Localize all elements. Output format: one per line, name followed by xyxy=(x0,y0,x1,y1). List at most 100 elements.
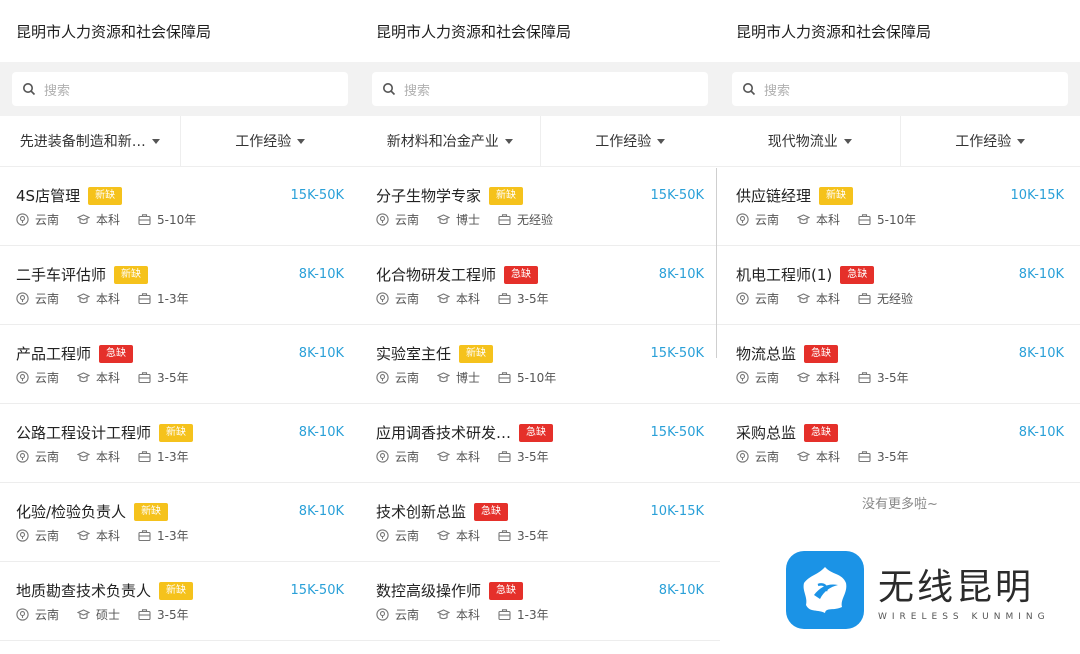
job-list-item[interactable]: 化验/检验负责人 新缺 8K-10K 云南 本科 1-3年 xyxy=(0,483,360,562)
job-header: 采购总监 急缺 8K-10K xyxy=(736,422,1064,443)
filter-experience-dropdown[interactable]: 工作经验 xyxy=(179,116,361,166)
search-input[interactable]: 搜索 xyxy=(732,72,1068,106)
graduation-cap-icon xyxy=(77,371,96,384)
job-list-item[interactable]: 4S店管理 新缺 15K-50K 云南 本科 5-10年 xyxy=(0,167,360,246)
job-experience-group: 5-10年 xyxy=(858,211,916,228)
filter-industry-dropdown[interactable]: 现代物流业 xyxy=(720,116,900,166)
job-list-item[interactable]: 地质勘查技术负责人 新缺 15K-50K 云南 硕士 3-5年 xyxy=(0,562,360,641)
briefcase-icon xyxy=(498,371,517,384)
job-meta: 云南 本科 无经验 xyxy=(736,290,931,307)
job-list-item[interactable]: 公路工程设计工程师 新缺 8K-10K 云南 本科 1-3年 xyxy=(0,404,360,483)
job-location-group: 云南 xyxy=(16,448,59,465)
chevron-down-icon xyxy=(151,138,160,144)
job-meta: 云南 本科 1-3年 xyxy=(376,606,567,623)
search-placeholder: 搜索 xyxy=(764,83,791,99)
chevron-down-icon xyxy=(1017,138,1026,144)
job-list-item[interactable]: 化合物研发工程师 急缺 8K-10K 云南 本科 3-5年 xyxy=(360,246,720,325)
location-pin-icon xyxy=(376,213,395,226)
search-bar: 搜索 xyxy=(0,62,360,116)
salary-range: 15K-50K xyxy=(290,188,344,203)
job-header: 物流总监 急缺 8K-10K xyxy=(736,343,1064,364)
job-list-item[interactable]: 应用调香技术研发… 急缺 15K-50K 云南 本科 3-5年 xyxy=(360,404,720,483)
filter-experience-dropdown[interactable]: 工作经验 xyxy=(899,116,1080,166)
salary-range: 15K-50K xyxy=(290,583,344,598)
chevron-down-icon xyxy=(657,138,666,144)
job-header: 机电工程师(1) 急缺 8K-10K xyxy=(736,264,1064,285)
job-location: 云南 xyxy=(35,213,60,227)
job-list-panel: 昆明市人力资源和社会保障局 搜索 新材料和冶金产业 工作经验 分子生物学专家 新缺 15K-… xyxy=(360,0,720,654)
filter-industry-dropdown[interactable]: 先进装备制造和新… xyxy=(0,116,180,166)
job-education: 博士 xyxy=(456,213,481,227)
job-education-group: 本科 xyxy=(437,606,480,623)
graduation-cap-icon xyxy=(77,292,96,305)
job-header: 应用调香技术研发… 急缺 15K-50K xyxy=(376,422,704,443)
graduation-cap-icon xyxy=(77,213,96,226)
job-list-item[interactable]: 采购总监 急缺 8K-10K 云南 本科 3-5年 xyxy=(720,404,1080,483)
job-education-group: 博士 xyxy=(437,211,480,228)
urgency-badge: 急缺 xyxy=(474,502,509,521)
job-education-group: 本科 xyxy=(77,448,120,465)
job-education: 本科 xyxy=(96,213,121,227)
urgency-badge: 新缺 xyxy=(159,423,194,442)
job-experience-group: 3-5年 xyxy=(858,448,909,465)
graduation-cap-icon xyxy=(437,371,456,384)
job-location: 云南 xyxy=(755,371,780,385)
job-list-item[interactable]: 分子生物学专家 新缺 15K-50K 云南 博士 无经验 xyxy=(360,167,720,246)
job-experience-group: 无经验 xyxy=(858,290,913,307)
briefcase-icon xyxy=(498,529,517,542)
job-experience: 3-5年 xyxy=(517,450,549,464)
job-header: 分子生物学专家 新缺 15K-50K xyxy=(376,185,704,206)
job-location: 云南 xyxy=(35,371,60,385)
filter-experience-dropdown[interactable]: 工作经验 xyxy=(539,116,721,166)
job-title: 化合物研发工程师 xyxy=(376,266,497,284)
job-title: 应用调香技术研发… xyxy=(376,424,512,442)
filter-label: 现代物流业 xyxy=(767,134,838,150)
job-header: 二手车评估师 新缺 8K-10K xyxy=(16,264,344,285)
job-list-item[interactable]: 技术创新总监 急缺 10K-15K 云南 本科 3-5年 xyxy=(360,483,720,562)
location-pin-icon xyxy=(736,450,755,463)
job-experience-group: 1-3年 xyxy=(138,527,189,544)
search-icon xyxy=(22,82,36,96)
job-list-item[interactable]: 二手车评估师 新缺 8K-10K 云南 本科 1-3年 xyxy=(0,246,360,325)
briefcase-icon xyxy=(138,608,157,621)
job-header: 实验室主任 新缺 15K-50K xyxy=(376,343,704,364)
briefcase-icon xyxy=(498,292,517,305)
job-title: 技术创新总监 xyxy=(376,503,467,521)
job-education: 本科 xyxy=(96,529,121,543)
search-input[interactable]: 搜索 xyxy=(372,72,708,106)
urgency-badge: 新缺 xyxy=(88,186,123,205)
job-experience: 1-3年 xyxy=(517,608,549,622)
job-list-panel: 昆明市人力资源和社会保障局 搜索 先进装备制造和新… 工作经验 4S店管理 新缺 15K-5… xyxy=(0,0,360,654)
job-education: 本科 xyxy=(816,292,841,306)
job-meta: 云南 本科 5-10年 xyxy=(736,211,934,228)
filter-industry-dropdown[interactable]: 新材料和冶金产业 xyxy=(360,116,540,166)
job-list-item[interactable]: 实验室主任 新缺 15K-50K 云南 博士 5-10年 xyxy=(360,325,720,404)
job-education: 本科 xyxy=(456,608,481,622)
job-location-group: 云南 xyxy=(376,606,419,623)
job-experience-group: 3-5年 xyxy=(498,448,549,465)
search-input[interactable]: 搜索 xyxy=(12,72,348,106)
search-icon xyxy=(382,82,396,96)
filter-bar: 现代物流业 工作经验 xyxy=(720,116,1080,167)
job-title: 实验室主任 xyxy=(376,345,452,363)
job-location-group: 云南 xyxy=(736,448,779,465)
job-education: 本科 xyxy=(96,371,121,385)
job-list-item[interactable]: 物流总监 急缺 8K-10K 云南 本科 3-5年 xyxy=(720,325,1080,404)
job-education-group: 博士 xyxy=(437,369,480,386)
salary-range: 8K-10K xyxy=(298,267,344,282)
graduation-cap-icon xyxy=(797,371,816,384)
job-list: 供应链经理 新缺 10K-15K 云南 本科 5-10年机电工程师(1) 急缺 8K-10K 云… xyxy=(720,167,1080,483)
job-experience: 无经验 xyxy=(517,213,554,227)
briefcase-icon xyxy=(498,213,517,226)
job-location-group: 云南 xyxy=(16,290,59,307)
job-location-group: 云南 xyxy=(16,369,59,386)
job-list-item[interactable]: 数控高级操作师 急缺 8K-10K 云南 本科 1-3年 xyxy=(360,562,720,641)
briefcase-icon xyxy=(498,608,517,621)
job-experience-group: 3-5年 xyxy=(498,527,549,544)
job-list-item[interactable]: 供应链经理 新缺 10K-15K 云南 本科 5-10年 xyxy=(720,167,1080,246)
urgency-badge: 急缺 xyxy=(519,423,554,442)
chevron-down-icon xyxy=(843,138,852,144)
job-meta: 云南 本科 3-5年 xyxy=(16,369,207,386)
job-list-item[interactable]: 产品工程师 急缺 8K-10K 云南 本科 3-5年 xyxy=(0,325,360,404)
job-list-item[interactable]: 机电工程师(1) 急缺 8K-10K 云南 本科 无经验 xyxy=(720,246,1080,325)
